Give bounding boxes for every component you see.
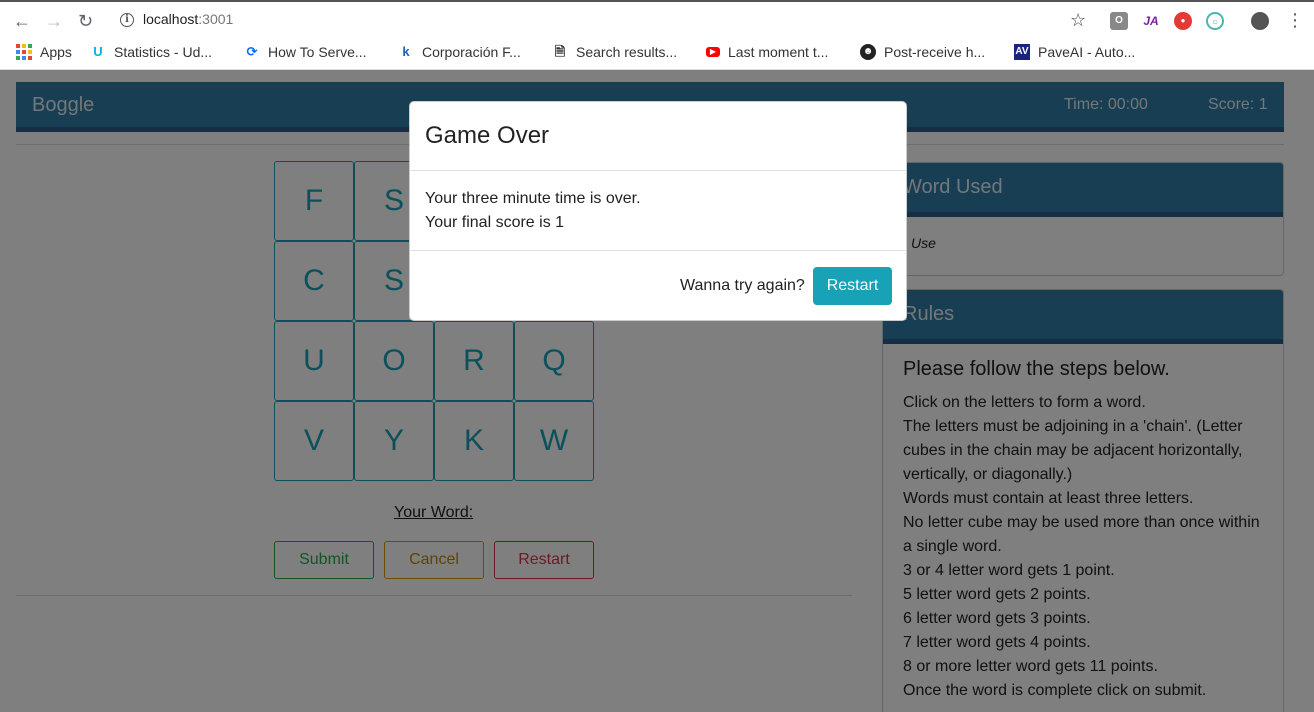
forward-arrow-icon[interactable]: → [45,11,63,31]
bookmarks-bar: Apps U Statistics - Ud... ⟳ How To Serve… [0,40,1314,70]
browser-toolbar: ← → ↻ i localhost:3001 ☆ O JA ● ○ ⋮ [0,0,1314,40]
youtube-icon: ▶ [706,47,720,57]
try-again-prompt: Wanna try again? [680,277,805,294]
bookmark-statistics[interactable]: U Statistics - Ud... [90,44,212,60]
extension-circle-icon[interactable]: ○ [1206,12,1224,30]
browser-menu-icon[interactable]: ⋮ [1286,10,1304,31]
address-bar[interactable]: i localhost:3001 [108,7,1098,35]
modal-message: Your three minute time is over. [425,190,641,207]
reload-icon[interactable]: ↻ [78,11,93,31]
extension-office-icon[interactable]: O [1110,12,1128,30]
site-info-icon[interactable]: i [120,13,134,27]
extension-record-icon[interactable]: ● [1174,12,1192,30]
url-text[interactable]: localhost:3001 [143,11,233,27]
final-score-message: Your final score is 1 [425,214,565,231]
bookmark-how-to-serve[interactable]: ⟳ How To Serve... [244,44,367,60]
modal-footer: Wanna try again? Restart [410,251,906,321]
k-icon: k [402,44,410,59]
bookmark-paveai[interactable]: AV PaveAI - Auto... [1014,44,1135,60]
bookmark-search-results[interactable]: 🗎 Search results... [552,44,677,60]
apps-grid-icon [16,44,32,60]
paveai-icon: AV [1014,44,1030,60]
extension-ja-icon[interactable]: JA [1142,12,1160,30]
modal-title: Game Over [425,122,550,149]
bookmark-last-moment[interactable]: ▶ Last moment t... [706,44,828,60]
game-over-modal: Game Over Your three minute time is over… [409,101,907,321]
back-arrow-icon[interactable]: ← [13,11,31,31]
bookmark-corporacion[interactable]: k Corporación F... [398,44,520,60]
modal-body: Your three minute time is over. Your fin… [410,171,906,251]
profile-avatar-icon[interactable] [1251,12,1269,30]
bookmark-post-receive[interactable]: ☻ Post-receive h... [860,44,985,60]
digitalocean-icon: ⟳ [246,44,258,59]
bookmark-apps[interactable]: Apps [16,44,72,60]
github-icon: ☻ [860,44,876,60]
bookmark-star-icon[interactable]: ☆ [1070,10,1086,31]
page-icon: 🗎 [554,44,566,59]
modal-header: Game Over [410,102,906,171]
udacity-icon: U [93,44,103,59]
modal-restart-button[interactable]: Restart [813,267,892,305]
